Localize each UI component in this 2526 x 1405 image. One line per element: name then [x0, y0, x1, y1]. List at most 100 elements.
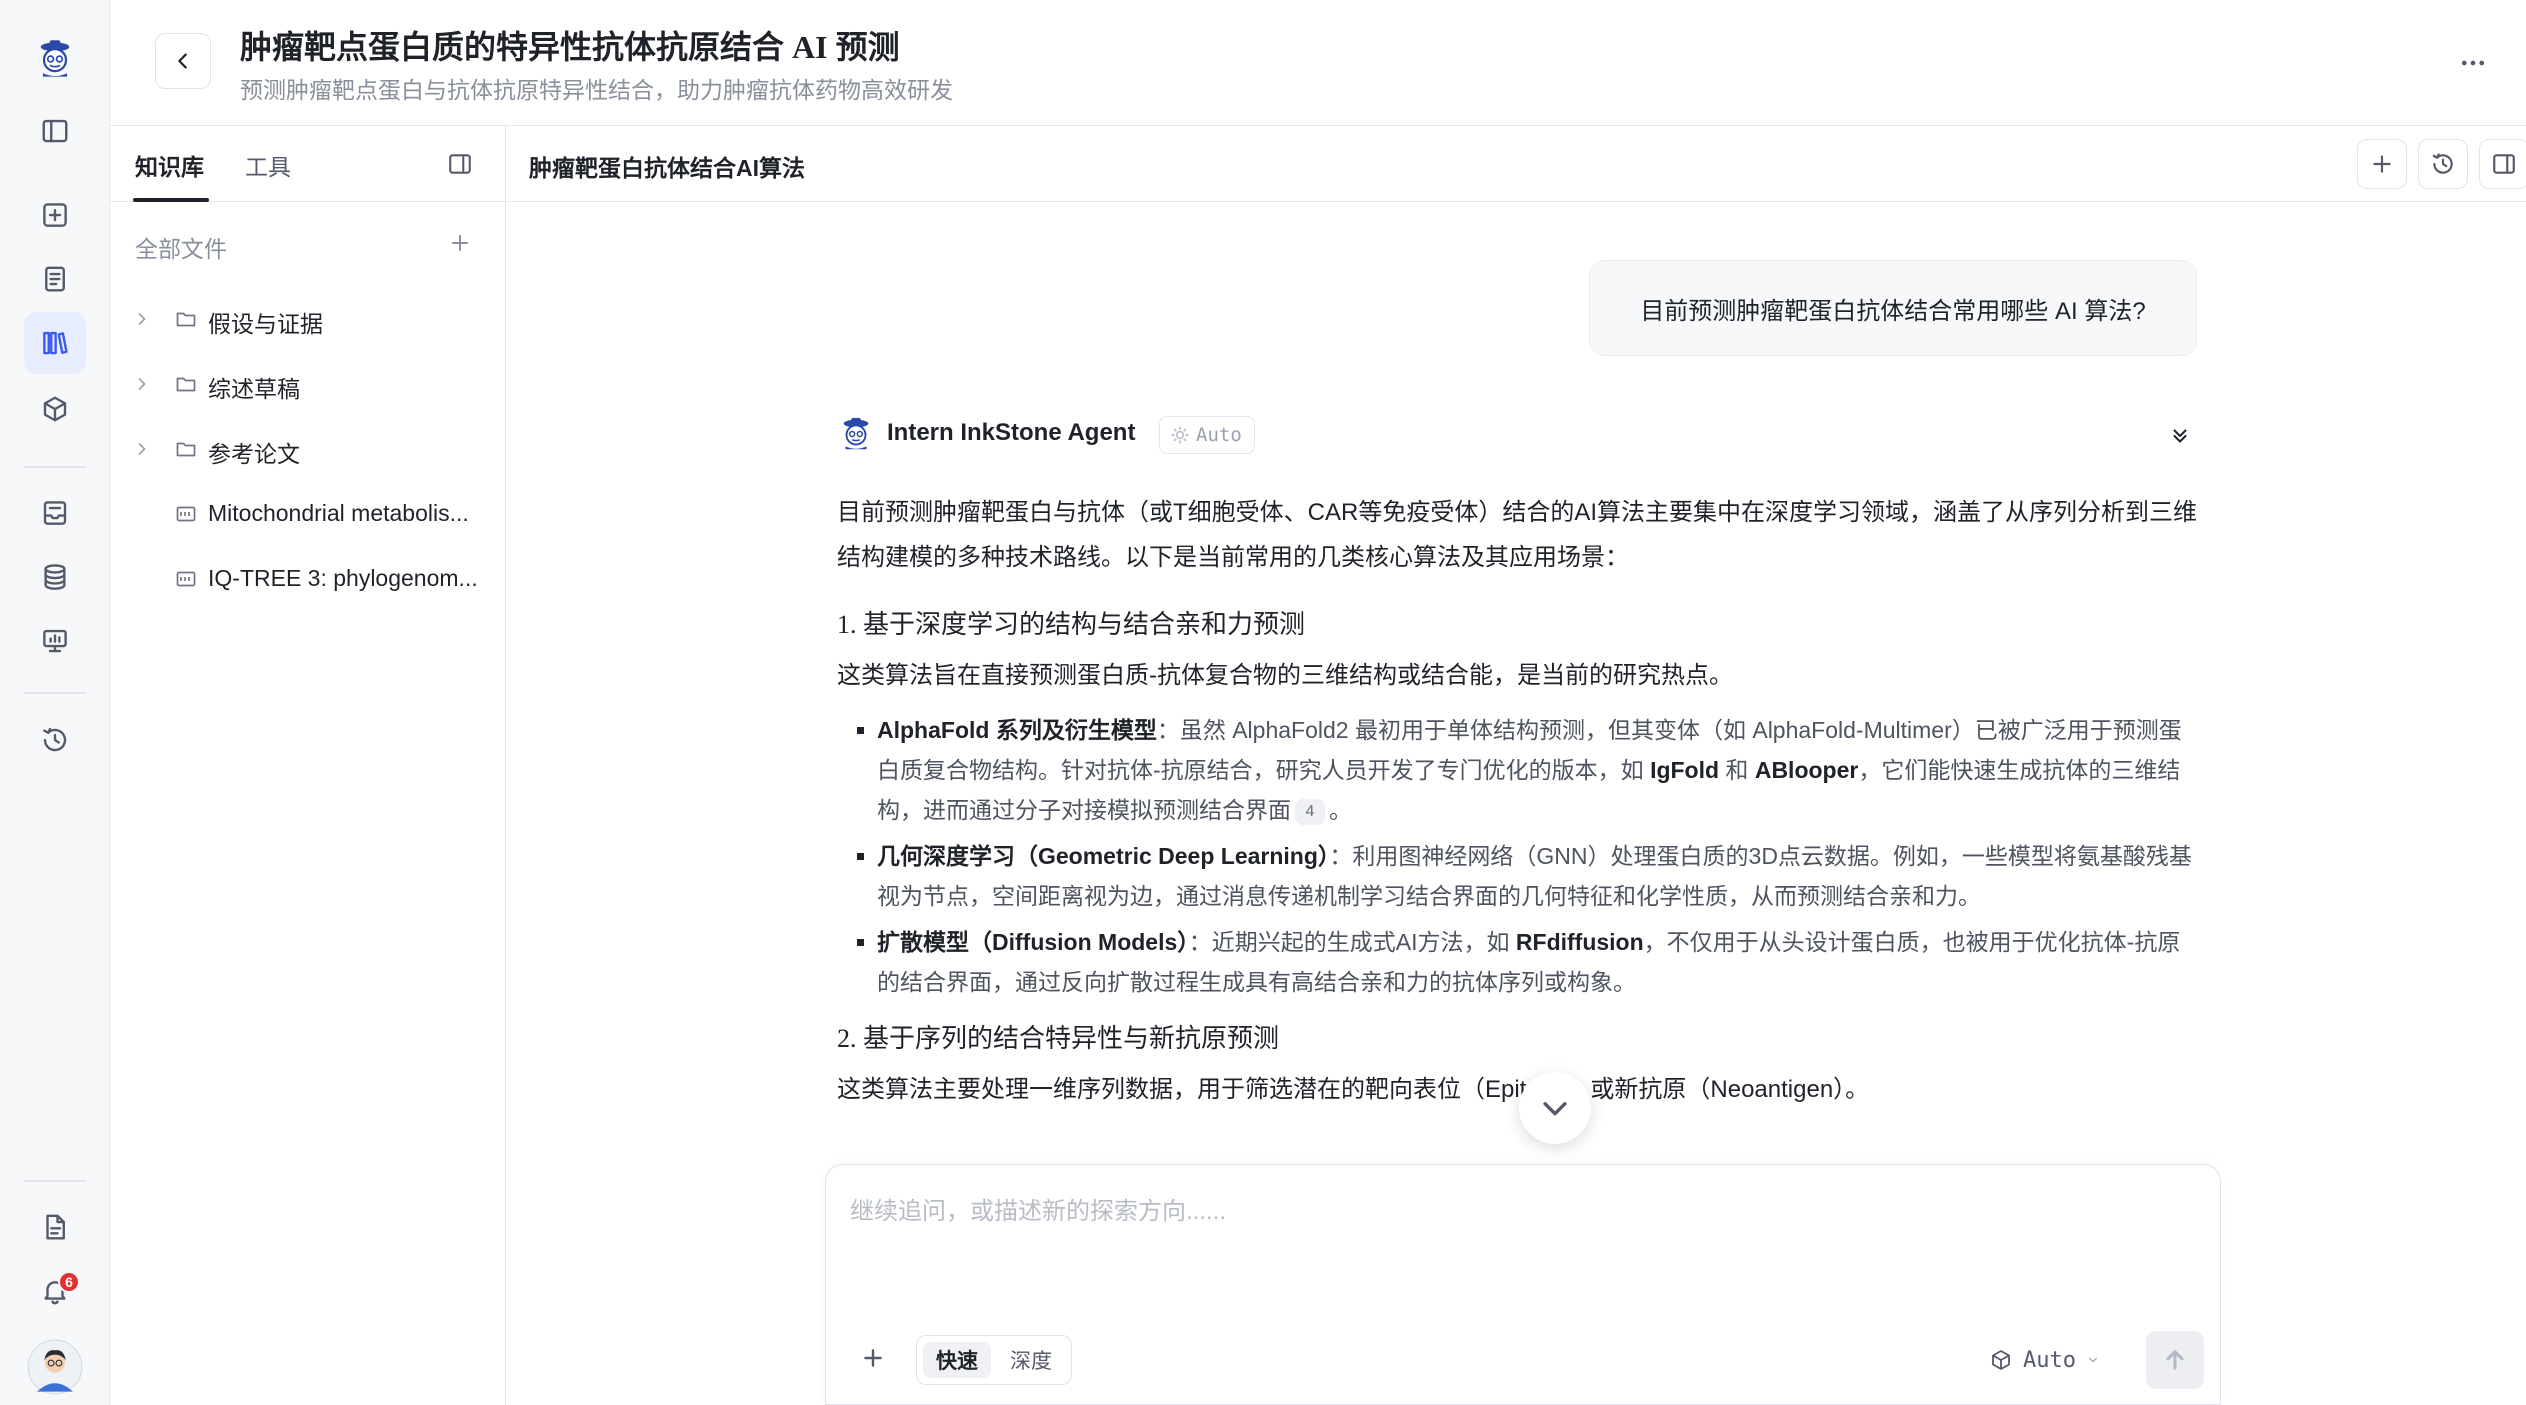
inbox-icon[interactable] [24, 482, 86, 544]
list-item: 扩散模型（Diffusion Models）：近期兴起的生成式AI方法，如 RF… [837, 922, 2199, 1002]
chat-title: 肿瘤靶蛋白抗体结合AI算法 [529, 155, 805, 181]
sun-icon [1171, 426, 1189, 444]
chevron-down-icon [2086, 1353, 2100, 1367]
panel-collapse-button[interactable] [442, 146, 478, 182]
chat-history-button[interactable] [2418, 139, 2468, 189]
attach-button[interactable] [852, 1337, 894, 1379]
tree-item-label: 综述草稿 [208, 376, 300, 402]
answer-intro: 目前预测肿瘤靶蛋白与抗体（或T细胞受体、CAR等免疫受体）结合的AI算法主要集中… [837, 499, 2198, 571]
bullet-term: ABlooper [1754, 757, 1859, 783]
tab-tools[interactable]: 工具 [245, 148, 291, 182]
speed-fast-option[interactable]: 快速 [923, 1342, 991, 1378]
folder-item[interactable]: 参考论文 [110, 421, 506, 477]
bullet-term: IgFold [1650, 757, 1720, 783]
model-select-label: Auto [2023, 1347, 2076, 1373]
pdf-file-icon [174, 502, 198, 526]
chat-title-bar: 肿瘤靶蛋白抗体结合AI算法 [507, 126, 2526, 202]
chevron-down-icon [1543, 1102, 1567, 1116]
logo-icon[interactable] [24, 28, 86, 90]
sidebar-toggle-icon[interactable] [24, 100, 86, 162]
cube-icon[interactable] [24, 378, 86, 440]
plus-icon [2373, 155, 2391, 173]
chevrons-down-icon [2173, 429, 2187, 443]
chevron-left-icon [178, 53, 187, 69]
notification-badge: 6 [58, 1271, 80, 1293]
file-text-icon[interactable] [24, 1196, 86, 1258]
page-title: 肿瘤靶点蛋白质的特异性抗体抗原结合 AI 预测 [240, 29, 900, 65]
tree-item-label: IQ-TREE 3: phylogenom... [208, 565, 478, 591]
scroll-to-bottom-button[interactable] [1519, 1072, 1591, 1144]
panel-right-icon [2493, 154, 2515, 174]
chevron-right-icon[interactable] [132, 439, 152, 459]
composer-input[interactable]: 继续追问，或描述新的探索方向...... [850, 1191, 1226, 1226]
tab-knowledge-base[interactable]: 知识库 [135, 148, 204, 182]
speed-toggle: 快速 深度 [916, 1335, 1072, 1385]
section-body: 这类算法主要处理一维序列数据，用于筛选潜在的靶向表位（Epitope）或新抗原（… [837, 1076, 1870, 1103]
all-files-label: 全部文件 [135, 236, 227, 262]
bullet-term: RFdiffusion [1515, 929, 1644, 955]
section-heading: 1. 基于深度学习的结构与结合亲和力预测 [837, 610, 1306, 639]
history-icon[interactable] [24, 709, 86, 771]
user-avatar[interactable] [24, 1336, 86, 1398]
tree-item-label: Mitochondrial metabolis... [208, 500, 469, 526]
list-item: 几何深度学习（Geometric Deep Learning）：利用图神经网络（… [837, 836, 2199, 916]
folder-item[interactable]: 综述草稿 [110, 356, 506, 412]
plus-icon [864, 1349, 882, 1367]
list-item: AlphaFold 系列及衍生模型：虽然 AlphaFold2 最初用于单体结构… [837, 710, 2199, 830]
library-icon[interactable] [24, 312, 86, 374]
user-message-bubble: 目前预测肿瘤靶蛋白抗体结合常用哪些 AI 算法? [1589, 260, 2197, 356]
arrow-up-icon [2166, 1350, 2184, 1370]
file-item[interactable]: IQ-TREE 3: phylogenom... [110, 551, 506, 607]
rail-divider [24, 466, 86, 468]
document-icon[interactable] [24, 248, 86, 310]
agent-mode-badge: Auto [1159, 416, 1255, 454]
toggle-right-panel-button[interactable] [2479, 139, 2526, 189]
agent-answer: 目前预测肿瘤靶蛋白与抗体（或T细胞受体、CAR等免疫受体）结合的AI算法主要集中… [837, 490, 2199, 1124]
folder-item[interactable]: 假设与证据 [110, 291, 506, 347]
chevron-right-icon[interactable] [132, 309, 152, 329]
send-button[interactable] [2146, 1331, 2204, 1389]
notification-bell-icon[interactable] [24, 1260, 86, 1322]
page-subtitle: 预测肿瘤靶点蛋白与抗体抗原特异性结合，助力肿瘤抗体药物高效研发 [240, 77, 953, 103]
bullet-list: AlphaFold 系列及衍生模型：虽然 AlphaFold2 最初用于单体结构… [837, 710, 2199, 1002]
rail-divider [24, 1180, 86, 1182]
more-horizontal-icon [2461, 60, 2485, 66]
file-item[interactable]: Mitochondrial metabolis... [110, 486, 506, 542]
database-icon[interactable] [24, 546, 86, 608]
agent-mode-label: Auto [1196, 424, 1242, 446]
panel-icon [449, 154, 471, 174]
tree-item-label: 假设与证据 [208, 311, 323, 337]
add-file-button[interactable] [448, 231, 472, 255]
new-task-icon[interactable] [24, 184, 86, 246]
new-chat-button[interactable] [2357, 139, 2407, 189]
collapse-response-button[interactable] [2169, 425, 2191, 447]
more-options-button[interactable] [2450, 40, 2496, 86]
bullet-term: AlphaFold 系列及衍生模型 [877, 717, 1157, 743]
pdf-file-icon [174, 567, 198, 591]
bullet-term: 扩散模型（Diffusion Models） [877, 929, 1189, 955]
section-heading: 2. 基于序列的结合特异性与新抗原预测 [837, 1024, 1280, 1053]
model-select[interactable]: Auto [1989, 1337, 2100, 1383]
folder-icon [174, 307, 198, 331]
presentation-icon[interactable] [24, 610, 86, 672]
all-files-row[interactable]: 全部文件 [110, 220, 506, 266]
plus-icon [452, 235, 468, 251]
back-button[interactable] [155, 33, 211, 89]
panel-tabs: 知识库 工具 [110, 126, 506, 202]
citation-badge[interactable]: 4 [1295, 799, 1325, 825]
chat-area: 肿瘤靶蛋白抗体结合AI算法 目前预测肿瘤靶蛋白抗体结合常用哪些 AI 算法? I… [507, 126, 2526, 1405]
agent-avatar-icon [837, 415, 875, 453]
cube-icon [1989, 1348, 2013, 1372]
bullet-text: 。 [1329, 797, 1352, 823]
tree-item-label: 参考论文 [208, 441, 300, 467]
history-icon [2432, 153, 2453, 174]
speed-deep-option[interactable]: 深度 [997, 1342, 1065, 1378]
folder-icon [174, 372, 198, 396]
left-rail: 6 [0, 0, 110, 1405]
agent-name: Intern InkStone Agent [887, 419, 1136, 446]
section-body: 这类算法旨在直接预测蛋白质-抗体复合物的三维结构或结合能，是当前的研究热点。 [837, 662, 1733, 689]
bullet-text: 和 [1719, 757, 1755, 783]
bullet-text: ：近期兴起的生成式AI方法，如 [1188, 929, 1516, 955]
chevron-right-icon[interactable] [132, 374, 152, 394]
message-composer: 继续追问，或描述新的探索方向...... 快速 深度 Auto [825, 1164, 2221, 1405]
